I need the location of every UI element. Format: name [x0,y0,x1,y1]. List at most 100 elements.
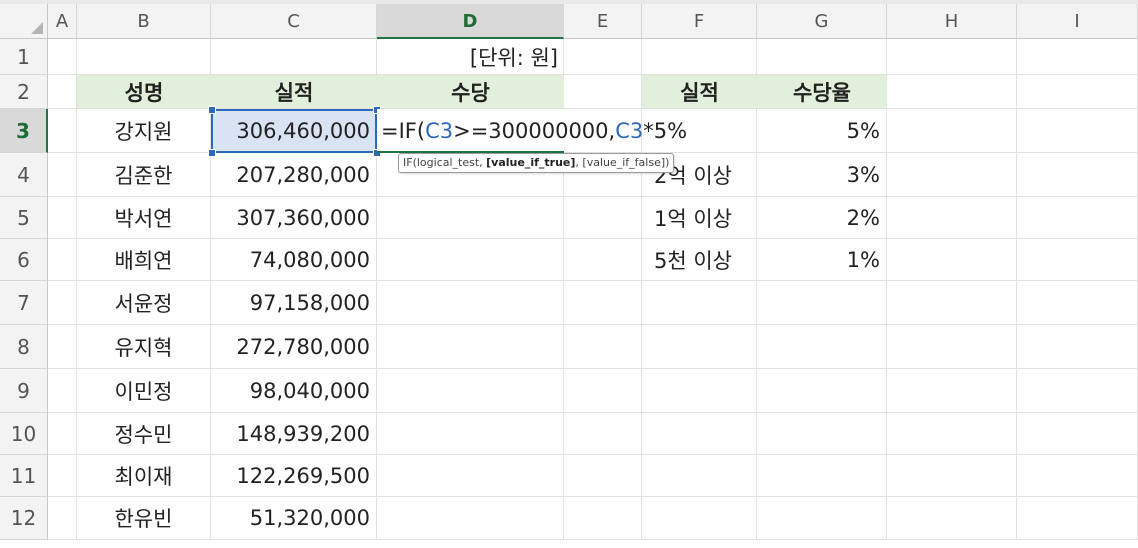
grid-cell[interactable] [564,281,642,325]
performance-cell[interactable]: 207,280,000 [211,153,377,197]
grid-cell[interactable] [757,325,887,369]
grid-cell[interactable] [1017,413,1138,455]
grid-cell[interactable] [757,455,887,497]
select-all-button[interactable] [0,4,48,39]
name-cell[interactable]: 배희연 [77,239,211,281]
performance-cell[interactable]: 98,040,000 [211,369,377,413]
selection-handle[interactable] [208,149,216,157]
performance-cell[interactable]: 148,939,200 [211,413,377,455]
grid-cell[interactable] [377,197,564,239]
grid-cell[interactable] [887,109,1017,153]
row-header-4[interactable]: 4 [0,153,48,197]
grid-cell[interactable] [757,497,887,540]
grid-cell[interactable] [48,325,77,369]
grid-cell[interactable] [211,39,377,75]
row-header-12[interactable]: 12 [0,497,48,540]
performance-cell[interactable]: 272,780,000 [211,325,377,369]
rate-value-cell[interactable]: 1% [757,239,887,281]
grid-cell[interactable] [564,455,642,497]
grid-cell[interactable] [1017,153,1138,197]
grid-cell[interactable] [377,413,564,455]
grid-cell[interactable] [377,325,564,369]
grid-cell[interactable] [564,239,642,281]
grid-cell[interactable] [1017,455,1138,497]
grid-cell[interactable] [48,455,77,497]
name-cell[interactable]: 김준한 [77,153,211,197]
name-cell[interactable]: 유지혁 [77,325,211,369]
performance-cell[interactable]: 307,360,000 [211,197,377,239]
grid-cell[interactable] [642,39,757,75]
row-header-9[interactable]: 9 [0,369,48,413]
rate-level-cell[interactable]: 5천 이상 [642,239,757,281]
grid-cell[interactable] [887,369,1017,413]
grid-cell[interactable] [77,39,211,75]
name-cell[interactable]: 박서연 [77,197,211,239]
grid-cell[interactable] [377,497,564,540]
grid-cell[interactable] [642,413,757,455]
grid-cell[interactable] [48,197,77,239]
grid-cell[interactable] [887,197,1017,239]
grid-cell[interactable] [887,455,1017,497]
grid-cell[interactable] [642,497,757,540]
row-header-6[interactable]: 6 [0,239,48,281]
row-header-1[interactable]: 1 [0,39,48,75]
column-header-f[interactable]: F [642,4,757,39]
row-header-2[interactable]: 2 [0,75,48,109]
grid-cell[interactable] [564,369,642,413]
grid-cell[interactable] [642,455,757,497]
row-header-5[interactable]: 5 [0,197,48,239]
grid-cell[interactable] [48,281,77,325]
column-header-g[interactable]: G [757,4,887,39]
row-header-10[interactable]: 10 [0,413,48,455]
grid-cell[interactable] [564,197,642,239]
row-header-11[interactable]: 11 [0,455,48,497]
column-header-e[interactable]: E [564,4,642,39]
grid-cell[interactable] [887,239,1017,281]
grid-cell[interactable] [887,153,1017,197]
grid-cell[interactable] [1017,325,1138,369]
grid-cell[interactable] [48,369,77,413]
grid-cell[interactable] [377,455,564,497]
grid-cell[interactable] [48,109,77,153]
column-header-a[interactable]: A [48,4,77,39]
grid-cell[interactable] [887,325,1017,369]
name-cell[interactable]: 강지원 [77,109,211,153]
grid-cell[interactable] [642,281,757,325]
performance-cell[interactable]: 51,320,000 [211,497,377,540]
rate-value-cell[interactable]: 3% [757,153,887,197]
grid-cell[interactable] [48,153,77,197]
performance-cell[interactable]: 122,269,500 [211,455,377,497]
performance-cell[interactable]: 97,158,000 [211,281,377,325]
tooltip-current-argument[interactable]: [value_if_true] [486,156,575,169]
grid-cell[interactable] [48,75,77,109]
grid-cell[interactable] [1017,239,1138,281]
grid-cell[interactable] [887,497,1017,540]
grid-cell[interactable] [48,39,77,75]
grid-cell[interactable] [564,497,642,540]
grid-cell[interactable] [1017,197,1138,239]
grid-cell[interactable] [1017,75,1138,109]
grid-cell[interactable] [757,39,887,75]
grid-cell[interactable] [757,369,887,413]
column-header-c[interactable]: C [211,4,377,39]
grid-cell[interactable] [1017,369,1138,413]
row-header-7[interactable]: 7 [0,281,48,325]
selection-handle[interactable] [208,106,216,114]
name-cell[interactable]: 서윤정 [77,281,211,325]
column-header-b[interactable]: B [77,4,211,39]
row-header-8[interactable]: 8 [0,325,48,369]
grid-cell[interactable] [48,413,77,455]
grid-cell[interactable] [1017,39,1138,75]
grid-cell[interactable] [887,39,1017,75]
rate-value-cell[interactable]: 5% [757,109,887,153]
column-header-d[interactable]: D [377,4,564,39]
grid-cell[interactable] [1017,497,1138,540]
grid-cell[interactable] [377,239,564,281]
grid-cell[interactable] [564,325,642,369]
grid-cell[interactable] [887,75,1017,109]
grid-cell[interactable] [1017,281,1138,325]
rate-level-cell[interactable]: 1억 이상 [642,197,757,239]
row-header-3[interactable]: 3 [0,109,48,153]
grid-cell[interactable] [1017,109,1138,153]
name-cell[interactable]: 이민정 [77,369,211,413]
